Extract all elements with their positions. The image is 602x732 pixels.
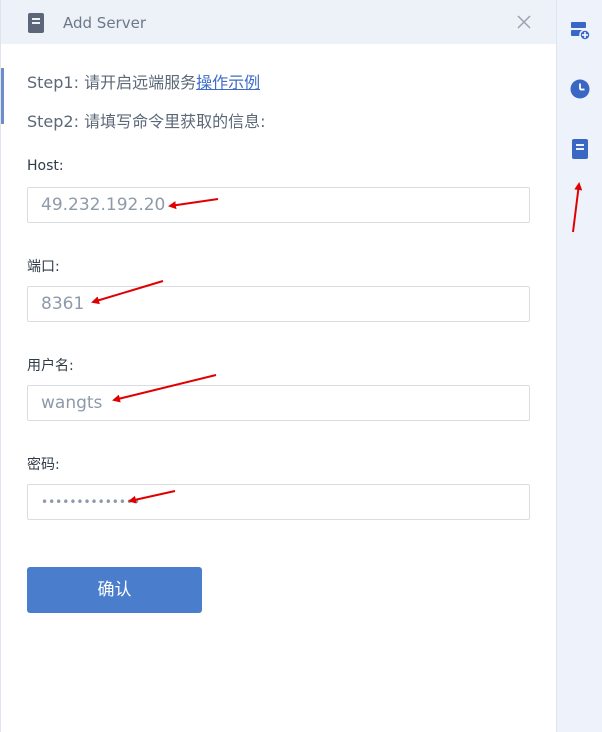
dialog-title: Add Server: [63, 14, 146, 32]
step1-text: Step1: 请开启远端服务: [27, 73, 197, 92]
close-icon[interactable]: [514, 12, 534, 32]
server-doc-icon[interactable]: [569, 138, 591, 160]
add-server-panel: Add Server Step1: 请开启远端服务操作示例 Step2: 请填写…: [0, 0, 557, 732]
password-input[interactable]: ••••••••••••••: [27, 484, 530, 520]
port-label: 端口:: [27, 259, 60, 275]
password-label: 密码:: [27, 457, 60, 473]
example-link[interactable]: 操作示例: [196, 73, 260, 92]
step1-instruction: Step1: 请开启远端服务操作示例: [27, 69, 260, 93]
host-input[interactable]: 49.232.192.20: [27, 187, 530, 223]
clock-icon[interactable]: [569, 78, 591, 100]
left-accent-bar: [1, 68, 4, 124]
username-label: 用户名:: [27, 358, 74, 374]
username-input[interactable]: wangts: [27, 385, 530, 421]
add-server-icon[interactable]: [569, 19, 591, 41]
confirm-button[interactable]: 确认: [27, 567, 202, 613]
right-sidebar: [556, 0, 602, 732]
port-input[interactable]: 8361: [27, 286, 530, 322]
host-label: Host:: [27, 158, 64, 174]
step2-instruction: Step2: 请填写命令里获取的信息:: [27, 112, 266, 131]
dialog-titlebar: Add Server: [1, 0, 557, 44]
server-doc-icon: [28, 13, 44, 33]
